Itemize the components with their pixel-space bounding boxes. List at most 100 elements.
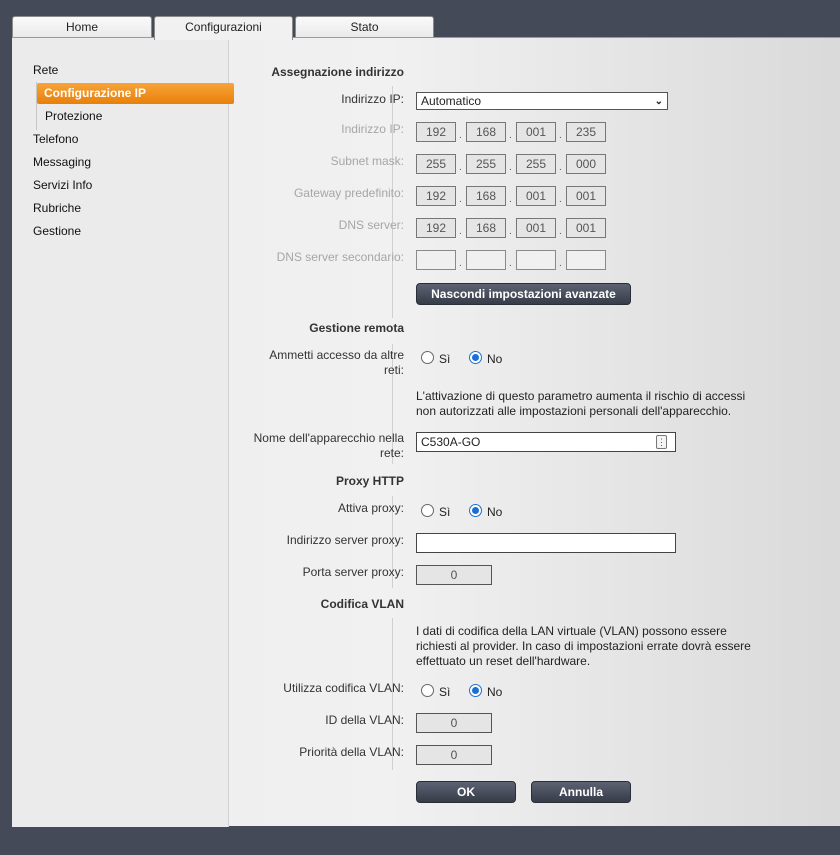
vlan-info-line-2: richiesti al provider. In caso di impost…	[416, 639, 751, 653]
sidebar-item-gestione[interactable]: Gestione	[33, 224, 81, 238]
proxy-yes-radio[interactable]	[421, 504, 434, 517]
dns-octet-2[interactable]: 168	[466, 218, 506, 238]
remote-access-warning: L'attivazione di questo parametro aument…	[416, 389, 745, 419]
section-title-address: Assegnazione indirizzo	[271, 65, 404, 79]
remote-access-label-line-2: reti:	[383, 363, 404, 377]
dns2-octet-4[interactable]	[566, 250, 606, 270]
sidebar-item-rubriche[interactable]: Rubriche	[33, 201, 81, 215]
tab-stato[interactable]: Stato	[295, 16, 434, 38]
ip-address-octet-2[interactable]: 168	[466, 122, 506, 142]
ip-address-label: Indirizzo IP:	[341, 122, 404, 136]
proxy-yes-label: Sì	[439, 505, 451, 519]
ip-separator: .	[459, 258, 462, 269]
dns-octet-3[interactable]: 001	[516, 218, 556, 238]
ip-address-octet-1[interactable]: 192	[416, 122, 456, 142]
subnet-octet-4[interactable]: 000	[566, 154, 606, 174]
ip-separator: .	[509, 194, 512, 205]
dns2-label: DNS server secondario:	[276, 250, 404, 264]
proxy-port-input[interactable]: 0	[416, 565, 492, 585]
ip-separator: .	[459, 130, 462, 141]
vlan-no-label: No	[487, 685, 503, 699]
vlan-priority-label: Priorità della VLAN:	[299, 745, 404, 759]
dns2-octet-2[interactable]	[466, 250, 506, 270]
subnet-octet-3[interactable]: 255	[516, 154, 556, 174]
ip-separator: .	[459, 194, 462, 205]
dns2-octet-1[interactable]	[416, 250, 456, 270]
sidebar-item-telefono[interactable]: Telefono	[33, 132, 78, 146]
ok-button[interactable]: OK	[416, 781, 516, 803]
sidebar: Rete Configurazione IP Protezione Telefo…	[12, 38, 234, 827]
ip-separator: .	[559, 226, 562, 237]
gateway-label: Gateway predefinito:	[293, 186, 404, 200]
vlan-id-label: ID della VLAN:	[325, 713, 404, 727]
proxy-port-label: Porta server proxy:	[302, 565, 404, 579]
dns-octet-4[interactable]: 001	[566, 218, 606, 238]
proxy-no-label: No	[487, 505, 503, 519]
gateway-octet-4[interactable]: 001	[566, 186, 606, 206]
device-name-label-line-1: Nome dell'apparecchio nella	[253, 431, 404, 445]
gateway-octet-1[interactable]: 192	[416, 186, 456, 206]
sidebar-item-servizi-info[interactable]: Servizi Info	[33, 178, 92, 192]
ip-separator: .	[559, 258, 562, 269]
chevron-down-icon: ⌄	[654, 96, 663, 107]
vlan-yes-label: Sì	[439, 685, 451, 699]
vlan-info-line-3: effettuato un reset dell'hardware.	[416, 654, 591, 668]
ip-address-octet-4[interactable]: 235	[566, 122, 606, 142]
ip-separator: .	[509, 130, 512, 141]
cancel-button[interactable]: Annulla	[531, 781, 631, 803]
password-manager-icon[interactable]: ⋮	[656, 435, 667, 449]
ip-separator: .	[459, 226, 462, 237]
subnet-label: Subnet mask:	[330, 154, 404, 168]
tab-configurazioni[interactable]: Configurazioni	[154, 16, 293, 40]
vlan-info: I dati di codifica della LAN virtuale (V…	[416, 624, 751, 669]
ip-mode-select[interactable]: Automatico ⌄	[416, 92, 668, 110]
ip-separator: .	[559, 194, 562, 205]
remote-access-label-line-1: Ammetti accesso da altre	[269, 348, 404, 362]
remote-warning-line-1: L'attivazione di questo parametro aument…	[416, 389, 746, 403]
dns2-octet-3[interactable]	[516, 250, 556, 270]
proxy-address-input[interactable]	[416, 533, 676, 553]
remote-warning-line-2: non autorizzati alle impostazioni person…	[416, 404, 732, 418]
vlan-priority-input[interactable]: 0	[416, 745, 492, 765]
gateway-octet-3[interactable]: 001	[516, 186, 556, 206]
ip-separator: .	[559, 130, 562, 141]
subnet-octet-2[interactable]: 255	[466, 154, 506, 174]
tab-home[interactable]: Home	[12, 16, 152, 38]
remote-access-yes-radio[interactable]	[421, 351, 434, 364]
device-name-label-line-2: rete:	[379, 446, 404, 460]
proxy-enable-label: Attiva proxy:	[337, 501, 404, 515]
vlan-use-label: Utilizza codifica VLAN:	[283, 681, 404, 695]
hide-advanced-button[interactable]: Nascondi impostazioni avanzate	[416, 283, 631, 305]
sidebar-item-rete[interactable]: Rete	[33, 63, 58, 77]
remote-access-no-radio[interactable]	[469, 351, 482, 364]
remote-access-yes-label: Sì	[439, 352, 451, 366]
device-name-label: Nome dell'apparecchio nella rete:	[254, 431, 404, 461]
sidebar-item-messaging[interactable]: Messaging	[33, 155, 91, 169]
subnet-octet-1[interactable]: 255	[416, 154, 456, 174]
section-title-vlan: Codifica VLAN	[320, 597, 404, 611]
ip-separator: .	[559, 162, 562, 173]
proxy-no-radio[interactable]	[469, 504, 482, 517]
gateway-octet-2[interactable]: 168	[466, 186, 506, 206]
device-name-input[interactable]: C530A-GO ⋮	[416, 432, 676, 452]
dns-label: DNS server:	[338, 218, 404, 232]
ip-separator: .	[509, 258, 512, 269]
vlan-yes-radio[interactable]	[421, 684, 434, 697]
form-divider	[392, 86, 393, 318]
ip-separator: .	[509, 226, 512, 237]
dns-octet-1[interactable]: 192	[416, 218, 456, 238]
section-title-remote: Gestione remota	[309, 321, 404, 335]
vlan-info-line-1: I dati di codifica della LAN virtuale (V…	[416, 624, 727, 638]
vlan-id-input[interactable]: 0	[416, 713, 492, 733]
remote-access-no-label: No	[487, 352, 503, 366]
sidebar-item-protezione[interactable]: Protezione	[45, 109, 102, 123]
vlan-no-radio[interactable]	[469, 684, 482, 697]
content-panel: Rete Configurazione IP Protezione Telefo…	[12, 37, 840, 827]
ip-mode-value: Automatico	[421, 94, 482, 108]
device-name-value: C530A-GO	[421, 435, 481, 449]
remote-access-label: Ammetti accesso da altre reti:	[269, 348, 404, 378]
sidebar-item-configurazione-ip[interactable]: Configurazione IP	[37, 83, 234, 104]
ip-address-octet-3[interactable]: 001	[516, 122, 556, 142]
ip-separator: .	[509, 162, 512, 173]
proxy-address-label: Indirizzo server proxy:	[286, 533, 404, 547]
